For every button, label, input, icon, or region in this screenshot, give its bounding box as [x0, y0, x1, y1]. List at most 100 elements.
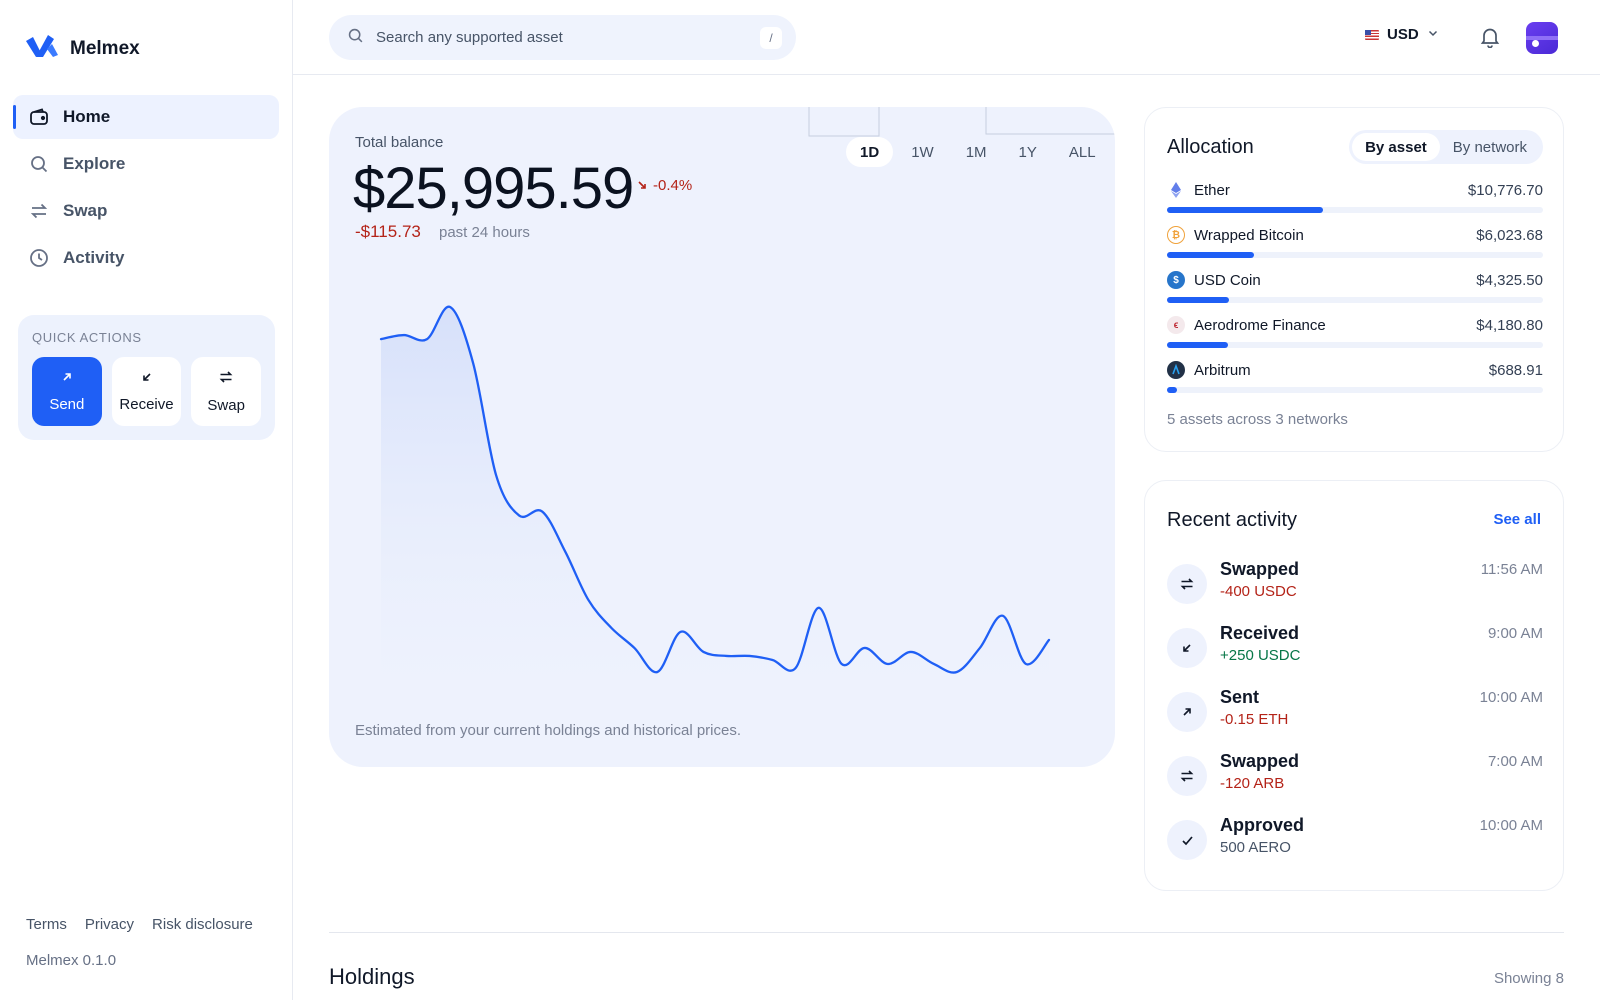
bell-icon[interactable]	[1480, 26, 1500, 53]
bitcoin-icon: ₿	[1167, 226, 1185, 244]
ether-icon	[1167, 181, 1185, 199]
activity-row[interactable]: Swapped -400 USDC 11:56 AM	[1167, 559, 1543, 609]
receive-button[interactable]: Receive	[111, 357, 182, 426]
nav-item-explore[interactable]: Explore	[13, 142, 279, 186]
sidebar: Melmex Home Explore Swap Activity QUICK …	[0, 0, 293, 1000]
asset-row-usd-coin[interactable]: $ USD Coin $4,325.50	[1167, 270, 1543, 310]
risk-disclosure-link[interactable]: Risk disclosure	[152, 916, 253, 933]
activity-row[interactable]: Sent -0.15 ETH 10:00 AM	[1167, 687, 1543, 737]
balance-card: Total balance $25,995.59 -0.4% -$115.73 …	[329, 107, 1115, 767]
asset-row-aerodrome-finance[interactable]: ϵ Aerodrome Finance $4,180.80	[1167, 315, 1543, 355]
activity-amount: 500 AERO	[1220, 839, 1291, 856]
aerodrome-icon: ϵ	[1167, 316, 1185, 334]
time-range-selector: 1D 1W 1M 1Y ALL	[846, 137, 1110, 167]
activity-amount: -120 ARB	[1220, 775, 1285, 792]
asset-row-ether[interactable]: Ether $10,776.70	[1167, 180, 1543, 220]
activity-title: Approved	[1220, 815, 1305, 835]
swap-button[interactable]: Swap	[191, 357, 262, 426]
arrow-down-left-icon	[141, 370, 153, 387]
allocation-summary: 5 assets across 3 networks	[1167, 411, 1348, 428]
nav-item-activity[interactable]: Activity	[13, 236, 279, 280]
asset-value: $10,776.70	[1467, 181, 1543, 199]
quick-actions-panel: QUICK ACTIONS Send Receive Swap	[18, 315, 275, 440]
recent-activity-title: Recent activity	[1167, 509, 1298, 531]
tab-by-network[interactable]: By network	[1440, 133, 1540, 161]
brand[interactable]: Melmex	[26, 33, 140, 64]
check-icon	[1167, 820, 1207, 860]
range-1y[interactable]: 1Y	[1005, 137, 1051, 167]
asset-value: $6,023.68	[1476, 226, 1543, 244]
main-nav: Home Explore Swap Activity	[13, 95, 279, 283]
decor-lines	[808, 107, 1115, 137]
range-1d[interactable]: 1D	[846, 137, 894, 167]
search-input[interactable]	[376, 29, 736, 46]
wallet-icon	[29, 107, 49, 127]
nav-label-home: Home	[63, 107, 111, 126]
nav-item-home[interactable]: Home	[13, 95, 279, 139]
activity-title: Swapped	[1220, 751, 1300, 771]
nav-label-swap: Swap	[63, 201, 108, 220]
asset-name: Ether	[1194, 181, 1230, 199]
asset-row-arbitrum[interactable]: Arbitrum $688.91	[1167, 360, 1543, 400]
range-all[interactable]: ALL	[1055, 137, 1110, 167]
allocation-bar	[1167, 252, 1543, 258]
activity-time: 10:00 AM	[1479, 817, 1543, 834]
arbitrum-icon	[1167, 361, 1185, 379]
currency-label: USD	[1387, 26, 1419, 43]
activity-title: Received	[1220, 623, 1300, 643]
search-icon	[29, 154, 49, 174]
asset-row-wrapped-bitcoin[interactable]: ₿ Wrapped Bitcoin $6,023.68	[1167, 225, 1543, 265]
section-divider	[329, 932, 1564, 933]
allocation-bar	[1167, 297, 1543, 303]
tab-by-asset[interactable]: By asset	[1352, 133, 1440, 161]
swap-icon	[219, 370, 233, 388]
activity-time: 9:00 AM	[1487, 625, 1543, 642]
activity-time: 7:00 AM	[1487, 753, 1543, 770]
activity-amount: -0.15 ETH	[1220, 711, 1289, 728]
melmex-logo-icon	[26, 33, 58, 64]
asset-name: USD Coin	[1194, 271, 1261, 289]
currency-selector[interactable]: USD	[1365, 26, 1439, 43]
holdings-title: Holdings	[329, 964, 415, 989]
balance-change-amount: -$115.73	[355, 222, 421, 241]
balance-estimate-note: Estimated from your current holdings and…	[355, 722, 742, 739]
see-all-link[interactable]: See all	[1493, 511, 1541, 528]
holdings-count: Showing 8	[1493, 970, 1564, 987]
range-1m[interactable]: 1M	[952, 137, 1001, 167]
arrow-down-left-icon	[1167, 628, 1207, 668]
activity-amount: -400 USDC	[1220, 583, 1297, 600]
allocation-bar	[1167, 342, 1543, 348]
allocation-bar-fill	[1167, 297, 1230, 303]
allocation-bar	[1167, 387, 1543, 393]
us-flag-icon	[1365, 29, 1379, 40]
asset-value: $4,180.80	[1476, 316, 1543, 334]
activity-amount: +250 USDC	[1220, 647, 1301, 664]
nav-label-activity: Activity	[63, 248, 125, 267]
asset-name: Wrapped Bitcoin	[1194, 226, 1304, 244]
range-1w[interactable]: 1W	[897, 137, 948, 167]
nav-item-swap[interactable]: Swap	[13, 189, 279, 233]
allocation-bar	[1167, 207, 1543, 213]
swap-icon	[1167, 756, 1207, 796]
search-shortcut-hint: /	[760, 27, 782, 49]
topbar: / USD	[293, 0, 1600, 75]
allocation-bar-fill	[1167, 387, 1178, 393]
avatar[interactable]	[1526, 22, 1558, 54]
balance-change-percent-value: -0.4%	[653, 177, 693, 194]
allocation-title: Allocation	[1167, 136, 1254, 158]
activity-time: 11:56 AM	[1480, 561, 1543, 578]
usdc-icon: $	[1167, 271, 1185, 289]
balance-change-period: past 24 hours	[439, 224, 530, 241]
send-button[interactable]: Send	[32, 357, 102, 426]
allocation-bar-fill	[1167, 342, 1228, 348]
brand-name: Melmex	[70, 37, 140, 59]
terms-link[interactable]: Terms	[26, 916, 67, 933]
nav-label-explore: Explore	[63, 154, 126, 173]
search-bar[interactable]: /	[329, 15, 796, 60]
receive-button-label: Receive	[119, 396, 174, 413]
privacy-link[interactable]: Privacy	[85, 916, 134, 933]
activity-row[interactable]: Approved 500 AERO 10:00 AM	[1167, 815, 1543, 865]
activity-row[interactable]: Swapped -120 ARB 7:00 AM	[1167, 751, 1543, 801]
activity-row[interactable]: Received +250 USDC 9:00 AM	[1167, 623, 1543, 673]
swap-icon	[1167, 564, 1207, 604]
